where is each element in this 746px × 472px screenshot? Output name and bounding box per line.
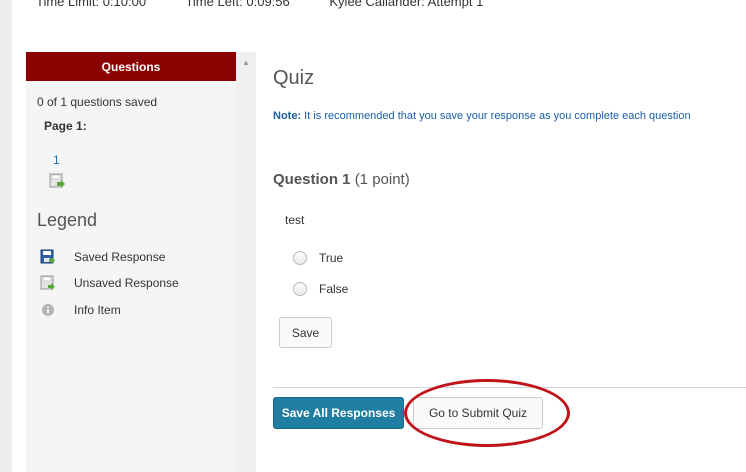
legend-label: Info Item bbox=[74, 303, 121, 317]
question-text: test bbox=[285, 213, 305, 227]
legend-item-saved: Saved Response bbox=[40, 249, 165, 265]
question-number: Question 1 bbox=[273, 171, 351, 188]
info-icon bbox=[40, 302, 56, 318]
legend-item-info: Info Item bbox=[40, 302, 121, 318]
highlight-annotation-ellipse bbox=[404, 379, 570, 447]
saved-response-icon bbox=[40, 249, 56, 265]
legend-label: Saved Response bbox=[74, 250, 166, 264]
question-points: (1 point) bbox=[354, 171, 410, 188]
option-label: True bbox=[319, 251, 344, 265]
header-spacer bbox=[12, 22, 746, 52]
quiz-content: Quiz Note: It is recommended that you sa… bbox=[256, 52, 746, 472]
option-label: False bbox=[319, 282, 349, 296]
quiz-status-bar: Time Limit: 0:10:00 Time Left: 0:09:56 K… bbox=[12, 0, 746, 22]
question-title: Question 1 (1 point) bbox=[273, 171, 410, 188]
sidebar-scrollbar[interactable]: ▲ bbox=[236, 52, 256, 472]
page-label: Page 1: bbox=[44, 119, 87, 133]
attempt-info: Kylee Callander: Attempt 1 bbox=[329, 0, 484, 9]
note-text: It is recommended that you save your res… bbox=[304, 110, 691, 122]
legend-title: Legend bbox=[37, 210, 98, 230]
note-label: Note: bbox=[273, 110, 302, 122]
save-button[interactable]: Save bbox=[279, 317, 332, 348]
legend-item-unsaved: Unsaved Response bbox=[40, 275, 179, 291]
left-margin bbox=[0, 0, 12, 472]
page-title: Quiz bbox=[273, 67, 315, 89]
time-limit: Time Limit: 0:10:00 bbox=[36, 0, 147, 9]
time-left: Time Left: 0:09:56 bbox=[185, 0, 290, 9]
questions-sidebar: Questions 0 of 1 questions saved Page 1:… bbox=[26, 52, 236, 472]
option-true[interactable]: True bbox=[293, 251, 343, 265]
radio-button[interactable] bbox=[293, 282, 307, 296]
unsaved-response-icon bbox=[40, 275, 56, 291]
unsaved-response-icon[interactable] bbox=[48, 172, 66, 195]
radio-button[interactable] bbox=[293, 251, 307, 265]
sidebar-header: Questions bbox=[26, 52, 236, 81]
scroll-up-icon[interactable]: ▲ bbox=[242, 58, 250, 67]
question-1-link[interactable]: 1 bbox=[53, 153, 60, 167]
option-false[interactable]: False bbox=[293, 282, 348, 296]
save-all-responses-button[interactable]: Save All Responses bbox=[273, 397, 404, 429]
save-note: Note: It is recommended that you save yo… bbox=[273, 110, 691, 122]
saved-count: 0 of 1 questions saved bbox=[37, 95, 158, 109]
legend-label: Unsaved Response bbox=[74, 276, 179, 290]
